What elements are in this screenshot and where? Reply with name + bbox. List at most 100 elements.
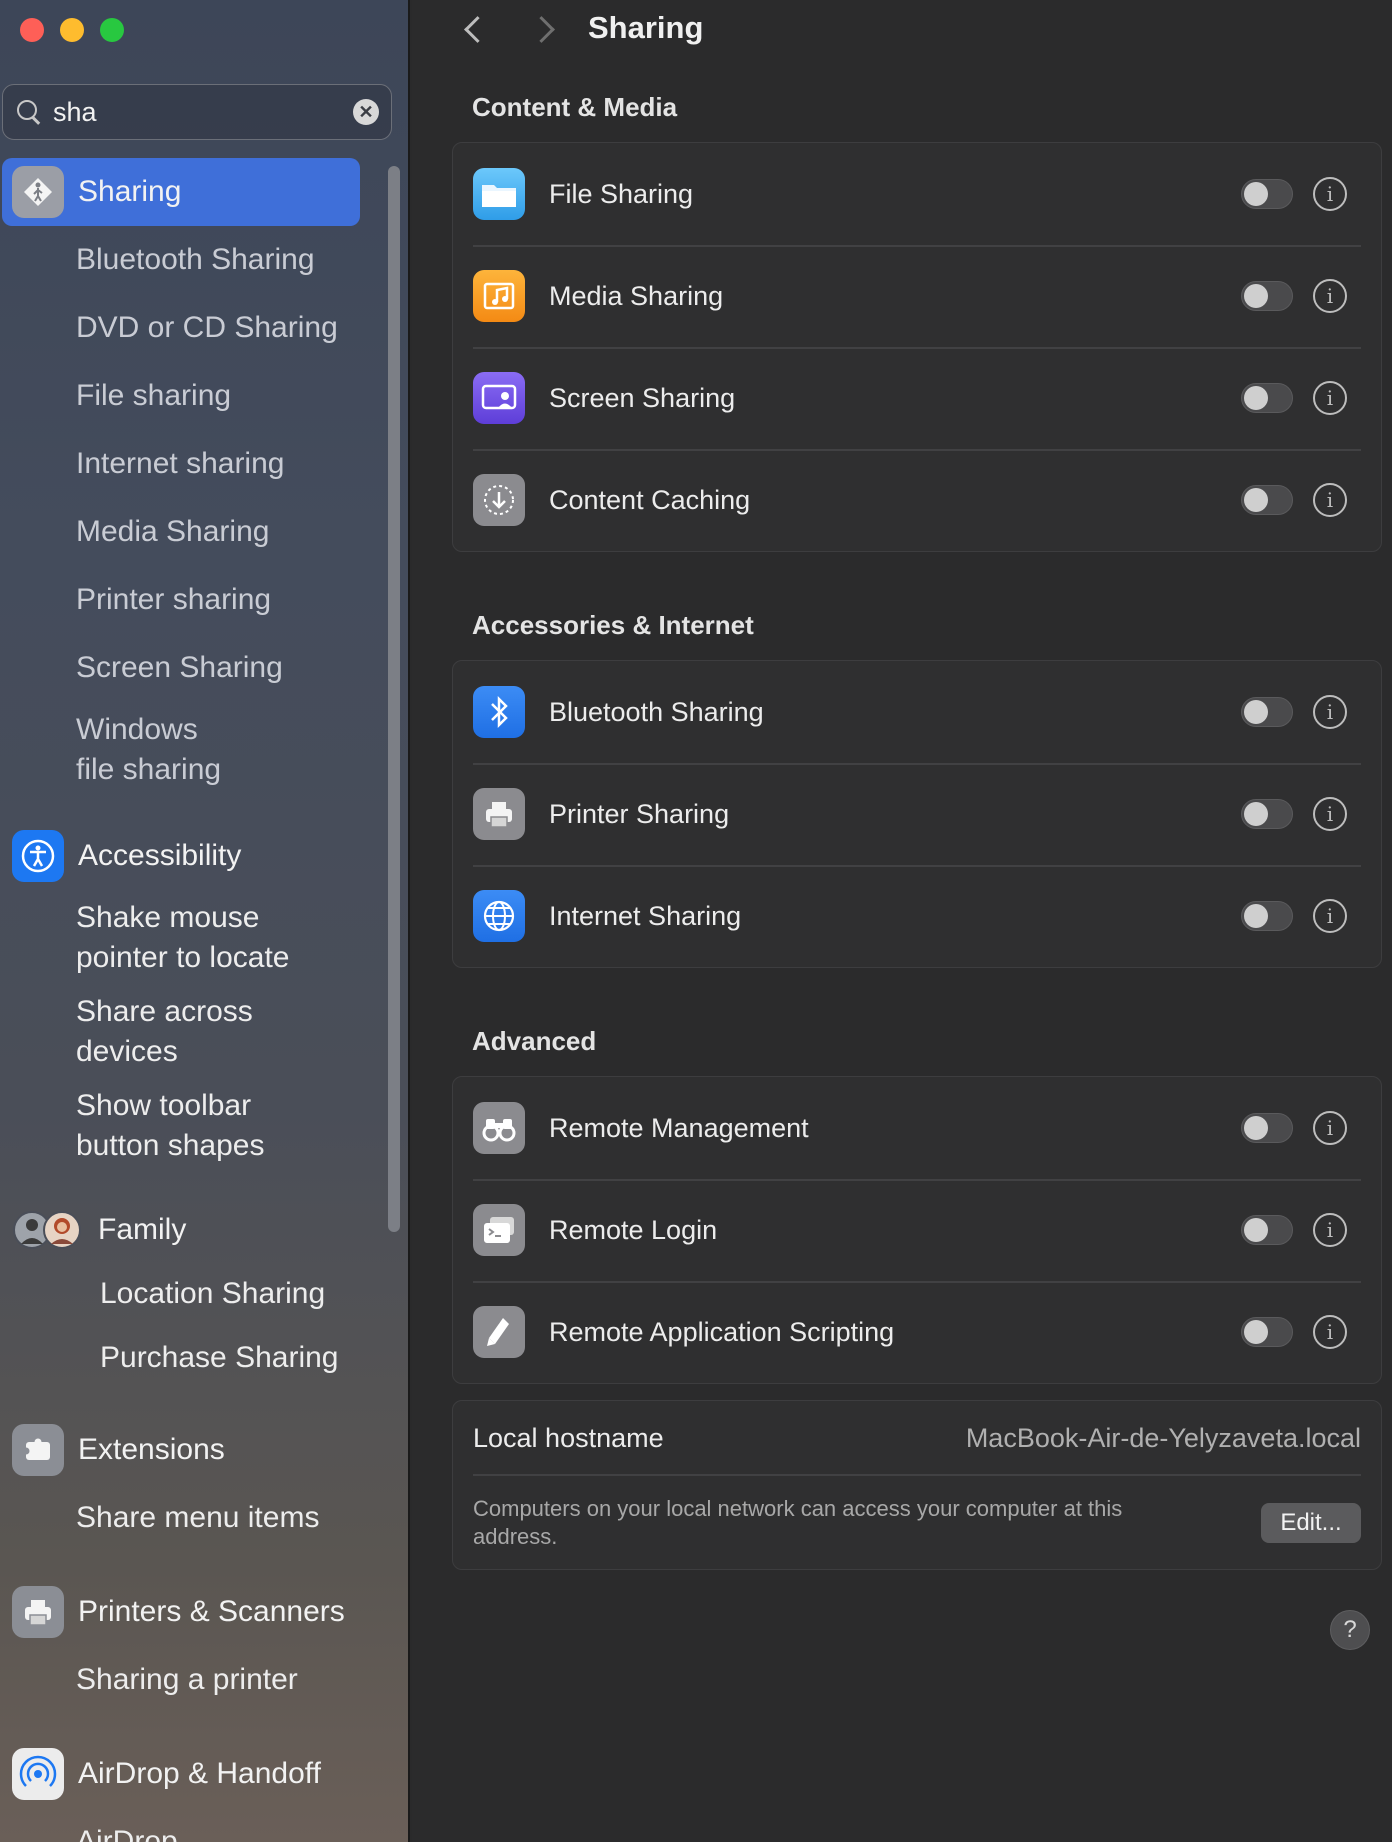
sidebar-item-label: Printers & Scanners bbox=[78, 1595, 345, 1628]
forward-button[interactable] bbox=[530, 14, 560, 44]
sidebar-subitem-printer-sharing[interactable]: Printer sharing bbox=[76, 580, 271, 620]
row-label: Bluetooth Sharing bbox=[549, 696, 764, 727]
remote-application-scripting-toggle[interactable] bbox=[1241, 1317, 1293, 1347]
help-button[interactable]: ? bbox=[1330, 1610, 1370, 1650]
sidebar-item-sharing[interactable]: Sharing bbox=[2, 158, 360, 226]
page-title: Sharing bbox=[588, 10, 704, 45]
zoom-window-button[interactable] bbox=[100, 18, 124, 42]
info-icon[interactable]: i bbox=[1313, 695, 1347, 729]
row-bluetooth-sharing[interactable]: Bluetooth Sharing i bbox=[453, 661, 1381, 763]
search-field[interactable]: sha ✕ bbox=[2, 84, 392, 140]
edit-hostname-button[interactable]: Edit... bbox=[1261, 1503, 1361, 1543]
window-controls bbox=[20, 18, 124, 42]
media-sharing-toggle[interactable] bbox=[1241, 281, 1293, 311]
sidebar-subitem-file-sharing[interactable]: File sharing bbox=[76, 376, 231, 416]
globe-icon bbox=[473, 890, 525, 942]
info-icon[interactable]: i bbox=[1313, 177, 1347, 211]
extensions-icon bbox=[12, 1424, 64, 1476]
section-title-accessories-internet: Accessories & Internet bbox=[472, 610, 754, 640]
sidebar-item-airdrop-handoff[interactable]: AirDrop & Handoff bbox=[12, 1748, 321, 1800]
row-content-caching[interactable]: Content Caching i bbox=[453, 449, 1381, 551]
content-caching-toggle[interactable] bbox=[1241, 485, 1293, 515]
clear-search-icon[interactable]: ✕ bbox=[353, 99, 379, 125]
remote-login-toggle[interactable] bbox=[1241, 1215, 1293, 1245]
download-icon bbox=[473, 474, 525, 526]
sidebar-item-label: Family bbox=[98, 1213, 187, 1246]
info-icon[interactable]: i bbox=[1313, 1315, 1347, 1349]
accessibility-icon bbox=[12, 830, 64, 882]
row-remote-application-scripting[interactable]: Remote Application Scripting i bbox=[453, 1281, 1381, 1383]
row-label: Content Caching bbox=[549, 484, 751, 515]
sidebar-item-printers-scanners[interactable]: Printers & Scanners bbox=[12, 1586, 345, 1638]
row-remote-login[interactable]: Remote Login i bbox=[453, 1179, 1381, 1281]
row-media-sharing[interactable]: Media Sharing i bbox=[453, 245, 1381, 347]
terminal-icon bbox=[473, 1204, 525, 1256]
info-icon[interactable]: i bbox=[1313, 899, 1347, 933]
folder-icon bbox=[473, 168, 525, 220]
screen-sharing-toggle[interactable] bbox=[1241, 383, 1293, 413]
local-hostname-label: Local hostname bbox=[473, 1423, 664, 1453]
bluetooth-sharing-toggle[interactable] bbox=[1241, 697, 1293, 727]
sidebar-scrollbar[interactable] bbox=[388, 166, 400, 1232]
sidebar-subitem-internet-sharing[interactable]: Internet sharing bbox=[76, 444, 284, 484]
info-icon[interactable]: i bbox=[1313, 1213, 1347, 1247]
sidebar-subitem-screen-sharing[interactable]: Screen Sharing bbox=[76, 648, 283, 688]
remote-management-toggle[interactable] bbox=[1241, 1113, 1293, 1143]
local-hostname-value: MacBook-Air-de-Yelyzaveta.local bbox=[965, 1423, 1361, 1453]
sidebar-subitem-windows-file-sharing[interactable]: Windows file sharing bbox=[76, 710, 221, 790]
sidebar-subitem-purchase-sharing[interactable]: Purchase Sharing bbox=[100, 1338, 338, 1378]
music-icon bbox=[473, 270, 525, 322]
airdrop-icon bbox=[12, 1748, 64, 1800]
info-icon[interactable]: i bbox=[1313, 1111, 1347, 1145]
row-internet-sharing[interactable]: Internet Sharing i bbox=[453, 865, 1381, 967]
info-icon[interactable]: i bbox=[1313, 483, 1347, 517]
info-icon[interactable]: i bbox=[1313, 797, 1347, 831]
sidebar-item-label: Sharing bbox=[78, 175, 182, 208]
row-remote-management[interactable]: Remote Management i bbox=[453, 1077, 1381, 1179]
sidebar-item-accessibility[interactable]: Accessibility bbox=[12, 830, 241, 882]
file-sharing-toggle[interactable] bbox=[1241, 179, 1293, 209]
sidebar-subitem-location-sharing[interactable]: Location Sharing bbox=[100, 1274, 325, 1314]
info-icon[interactable]: i bbox=[1313, 381, 1347, 415]
content-media-group: File Sharing i Media Sharing i Screen Sh… bbox=[452, 142, 1382, 552]
section-title-content-media: Content & Media bbox=[472, 92, 678, 122]
sidebar-subitem-media-sharing[interactable]: Media Sharing bbox=[76, 512, 269, 552]
sidebar-subitem-toolbar-button-shapes[interactable]: Show toolbar button shapes bbox=[76, 1086, 264, 1166]
row-screen-sharing[interactable]: Screen Sharing i bbox=[453, 347, 1381, 449]
sidebar-subitem-share-menu-items[interactable]: Share menu items bbox=[76, 1498, 319, 1538]
row-label: Screen Sharing bbox=[549, 382, 736, 413]
search-input[interactable]: sha bbox=[53, 97, 353, 128]
main-content: Sharing Content & Media File Sharing i M… bbox=[412, 0, 1392, 1842]
minimize-window-button[interactable] bbox=[60, 18, 84, 42]
row-label: Media Sharing bbox=[549, 280, 724, 311]
internet-sharing-toggle[interactable] bbox=[1241, 901, 1293, 931]
sidebar-subitem-sharing-a-printer[interactable]: Sharing a printer bbox=[76, 1660, 298, 1700]
local-hostname-group: Local hostname MacBook-Air-de-Yelyzaveta… bbox=[452, 1400, 1382, 1570]
sidebar-subitem-dvd-cd-sharing[interactable]: DVD or CD Sharing bbox=[76, 308, 338, 348]
sidebar: sha ✕ Sharing Bluetooth Sharing DVD or C… bbox=[0, 0, 410, 1842]
printer-sharing-toggle[interactable] bbox=[1241, 799, 1293, 829]
row-printer-sharing[interactable]: Printer Sharing i bbox=[453, 763, 1381, 865]
printer-icon bbox=[12, 1586, 64, 1638]
row-label: Internet Sharing bbox=[549, 900, 742, 931]
sidebar-subitem-share-across-devices[interactable]: Share across devices bbox=[76, 992, 253, 1072]
sidebar-item-family[interactable]: Family bbox=[12, 1204, 186, 1256]
back-button[interactable] bbox=[460, 14, 490, 44]
bluetooth-icon bbox=[473, 686, 525, 738]
row-label: Remote Login bbox=[549, 1214, 718, 1245]
family-avatars-icon bbox=[12, 1204, 82, 1256]
printer-icon bbox=[473, 788, 525, 840]
row-label: Remote Management bbox=[549, 1112, 809, 1143]
local-hostname-description: Computers on your local network can acce… bbox=[473, 1496, 1123, 1549]
sidebar-item-label: Accessibility bbox=[78, 839, 242, 872]
sidebar-subitem-shake-mouse[interactable]: Shake mouse pointer to locate bbox=[76, 898, 289, 978]
close-window-button[interactable] bbox=[20, 18, 44, 42]
sidebar-subitem-bluetooth-sharing[interactable]: Bluetooth Sharing bbox=[76, 240, 315, 280]
screen-sharing-icon bbox=[473, 372, 525, 424]
row-file-sharing[interactable]: File Sharing i bbox=[453, 143, 1381, 245]
divider bbox=[473, 1474, 1361, 1476]
sidebar-subitem-airdrop[interactable]: AirDrop bbox=[76, 1822, 178, 1842]
sidebar-item-extensions[interactable]: Extensions bbox=[12, 1424, 225, 1476]
info-icon[interactable]: i bbox=[1313, 279, 1347, 313]
sharing-icon bbox=[12, 166, 64, 218]
